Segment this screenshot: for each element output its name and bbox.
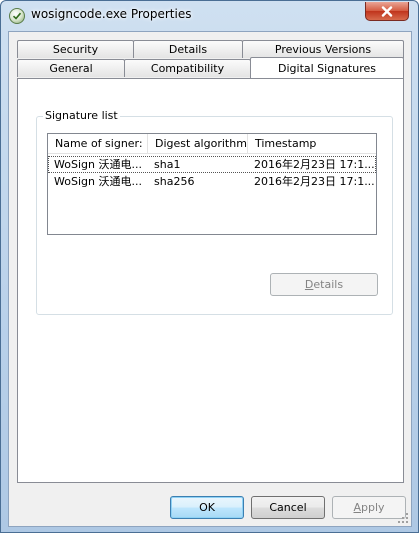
signature-list[interactable]: Name of signer: Digest algorithm Timesta…	[47, 133, 377, 235]
digest-cell: sha1	[154, 158, 181, 171]
ok-button-label: OK	[199, 501, 215, 514]
column-header-digest[interactable]: Digest algorithm	[148, 134, 248, 154]
tab-security[interactable]: Security	[17, 40, 134, 58]
cancel-button-label: Cancel	[269, 501, 307, 514]
digest-cell: sha256	[154, 175, 195, 188]
timestamp-cell: 2016年2月23日 17:1...	[254, 158, 375, 171]
cancel-button[interactable]: Cancel	[251, 496, 325, 519]
properties-window: wosigncode.exe Properties Security Detai…	[0, 0, 419, 533]
ok-button[interactable]: OK	[170, 496, 244, 519]
list-header: Name of signer: Digest algorithm Timesta…	[48, 134, 376, 154]
tab-label: Security	[52, 43, 99, 56]
tab-label: Compatibility	[150, 62, 225, 75]
column-header-timestamp[interactable]: Timestamp	[248, 134, 376, 154]
signature-row[interactable]: WoSign 沃通电... sha256 2016年2月23日 17:1...	[48, 173, 376, 190]
tab-previous-versions[interactable]: Previous Versions	[242, 40, 404, 58]
details-button-label: etails	[313, 278, 344, 291]
column-header-signer[interactable]: Name of signer:	[48, 134, 148, 154]
details-button-accel: D	[304, 278, 314, 291]
signer-cell: WoSign 沃通电...	[54, 175, 142, 188]
tab-label: Details	[168, 43, 208, 56]
tab-label: Previous Versions	[274, 43, 372, 56]
signature-list-label: Signature list	[43, 109, 120, 122]
close-icon	[381, 5, 393, 17]
tab-label: Digital Signatures	[278, 61, 376, 75]
digital-signatures-panel: Signature list Name of signer: Digest al…	[17, 78, 404, 483]
title-bar[interactable]: wosigncode.exe Properties	[1, 1, 418, 31]
tab-label: General	[49, 62, 93, 75]
timestamp-cell: 2016年2月23日 17:1...	[254, 175, 375, 188]
signer-cell: WoSign 沃通电...	[54, 158, 142, 171]
close-button[interactable]	[365, 2, 409, 21]
details-button[interactable]: Details	[270, 273, 378, 296]
tab-compatibility[interactable]: Compatibility	[124, 59, 251, 77]
signature-list-group: Signature list Name of signer: Digest al…	[36, 109, 393, 315]
tab-details[interactable]: Details	[133, 40, 243, 58]
resize-grip-icon[interactable]	[398, 513, 409, 524]
apply-button[interactable]: Apply	[332, 496, 406, 519]
dialog-client-area: Security Details Previous Versions Gener…	[8, 31, 412, 527]
signature-row[interactable]: WoSign 沃通电... sha1 2016年2月23日 17:1...	[48, 156, 376, 173]
window-title: wosigncode.exe Properties	[31, 7, 192, 21]
apply-button-label: pply	[361, 501, 385, 514]
signed-check-icon	[9, 8, 25, 24]
tab-digital-signatures[interactable]: Digital Signatures	[250, 57, 404, 78]
tab-general[interactable]: General	[17, 59, 125, 77]
apply-button-accel: A	[353, 501, 361, 514]
